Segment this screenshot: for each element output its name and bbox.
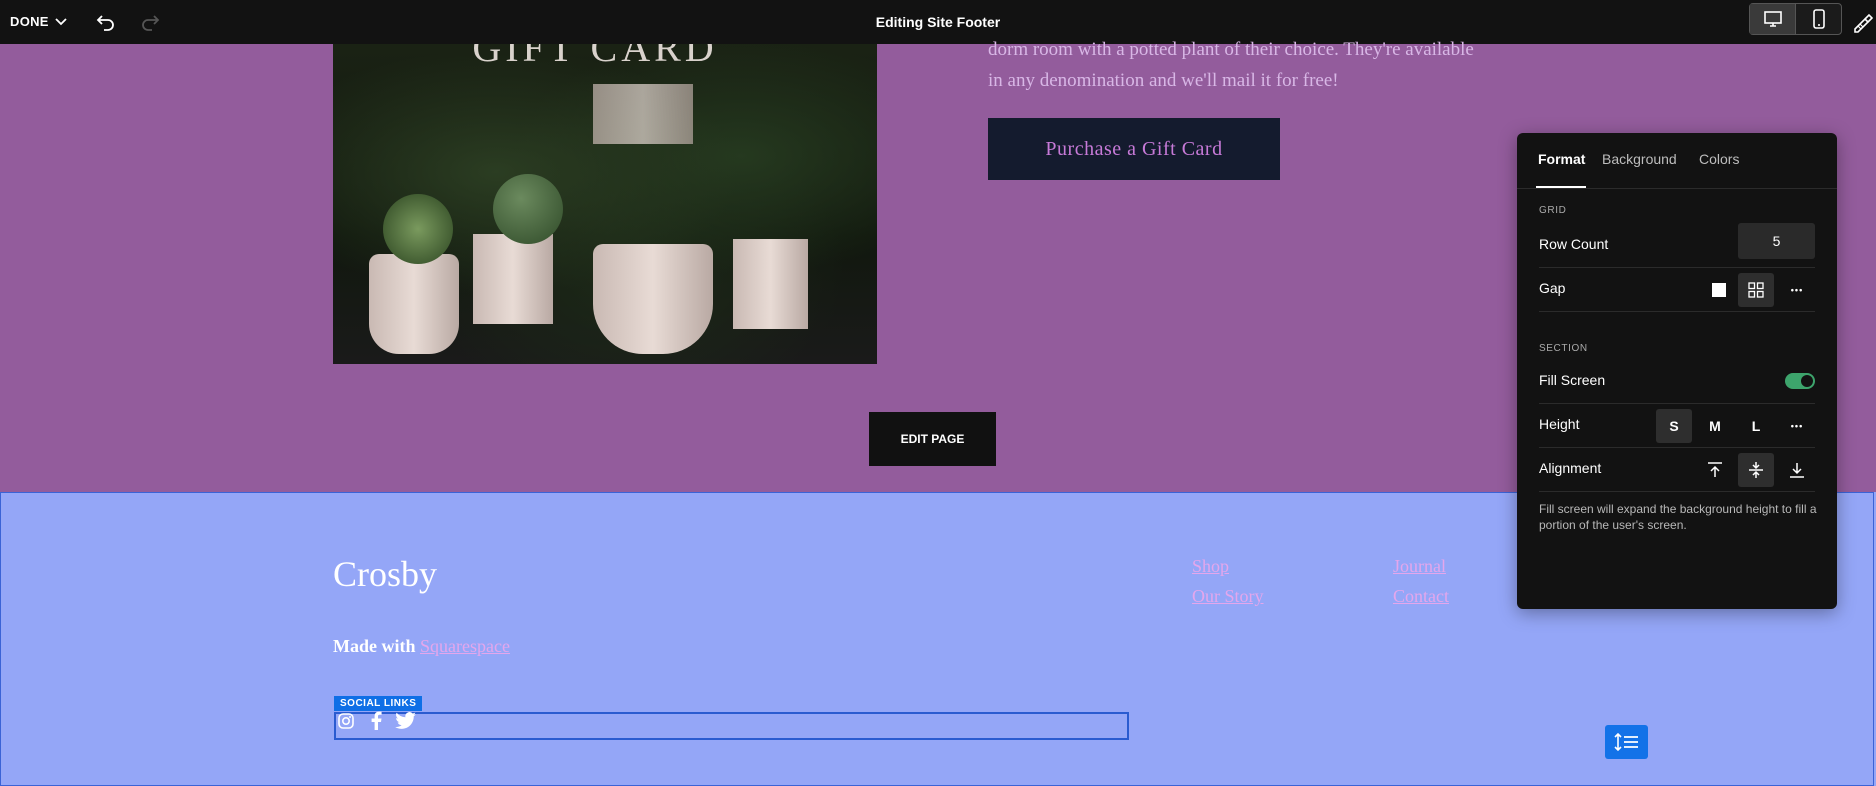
gift-card-image-text: GIFT CARD: [472, 44, 718, 70]
align-middle-icon: [1749, 462, 1763, 478]
height-m-button[interactable]: M: [1697, 409, 1733, 443]
height-label: Height: [1539, 416, 1580, 432]
instagram-icon[interactable]: [335, 710, 357, 732]
facebook-icon[interactable]: [365, 710, 387, 732]
squarespace-link[interactable]: Squarespace: [420, 636, 510, 656]
footer-link-our-story[interactable]: Our Story: [1192, 586, 1264, 607]
made-with-label: Made with: [333, 636, 416, 656]
align-bottom-button[interactable]: [1779, 453, 1815, 487]
active-tab-indicator: [1536, 186, 1586, 188]
gap-row: Gap •••: [1539, 267, 1815, 312]
tab-background[interactable]: Background: [1602, 151, 1677, 167]
social-icons: [335, 710, 417, 732]
device-switcher: [1749, 3, 1842, 35]
grid-icon: [1748, 282, 1764, 298]
height-row: Height S M L •••: [1539, 403, 1815, 448]
gift-card-image: GIFT CARD: [333, 44, 877, 364]
footer-link-shop[interactable]: Shop: [1192, 556, 1229, 577]
paint-brush-icon[interactable]: [1850, 10, 1874, 34]
footer-link-journal[interactable]: Journal: [1393, 556, 1446, 577]
align-top-button[interactable]: [1697, 453, 1733, 487]
social-links-label: SOCIAL LINKS: [334, 696, 423, 711]
height-l-button[interactable]: L: [1738, 409, 1774, 443]
row-count-row: Row Count 5: [1539, 223, 1815, 268]
panel-tabs: Format Background Colors: [1517, 133, 1837, 189]
twitter-icon[interactable]: [395, 710, 417, 732]
grid-section-label: GRID: [1539, 205, 1567, 216]
fill-screen-row: Fill Screen: [1539, 359, 1815, 404]
made-with-text: Made with Squarespace: [333, 636, 510, 657]
tab-format[interactable]: Format: [1538, 151, 1585, 167]
spacing-list-icon: [1613, 732, 1638, 752]
tab-colors[interactable]: Colors: [1699, 151, 1739, 167]
section-label: SECTION: [1539, 343, 1588, 354]
align-middle-button[interactable]: [1738, 453, 1774, 487]
description-line: in any denomination and we'll mail it fo…: [988, 70, 1339, 91]
gap-more-button[interactable]: •••: [1779, 273, 1815, 307]
section-format-panel: Format Background Colors GRID Row Count …: [1517, 133, 1837, 609]
gift-card-description: dorm room with a potted plant of their c…: [988, 34, 1488, 96]
edit-page-button[interactable]: EDIT PAGE: [869, 412, 996, 466]
fill-screen-label: Fill Screen: [1539, 372, 1606, 388]
gap-none-button[interactable]: [1701, 273, 1737, 307]
square-icon: [1712, 283, 1726, 297]
description-line: dorm room with a potted plant of their c…: [988, 39, 1474, 60]
desktop-view-button[interactable]: [1750, 4, 1795, 34]
gap-grid-button[interactable]: [1738, 273, 1774, 307]
footer-link-contact[interactable]: Contact: [1393, 586, 1449, 607]
fill-screen-help-text: Fill screen will expand the background h…: [1539, 502, 1817, 532]
align-bottom-icon: [1790, 463, 1804, 478]
row-count-label: Row Count: [1539, 236, 1609, 252]
gap-label: Gap: [1539, 280, 1566, 296]
align-top-icon: [1708, 462, 1722, 477]
mobile-view-button[interactable]: [1795, 4, 1841, 34]
mobile-icon: [1812, 9, 1825, 29]
site-logo[interactable]: Crosby: [333, 553, 437, 595]
height-more-button[interactable]: •••: [1779, 409, 1815, 443]
desktop-icon: [1763, 11, 1782, 27]
height-s-button[interactable]: S: [1656, 409, 1692, 443]
editor-top-bar: DONE Editing Site Footer: [0, 0, 1876, 44]
purchase-gift-card-button[interactable]: Purchase a Gift Card: [988, 118, 1280, 180]
alignment-row: Alignment: [1539, 447, 1815, 492]
row-count-input[interactable]: 5: [1738, 223, 1815, 259]
editor-title: Editing Site Footer: [875, 14, 1001, 30]
fill-screen-toggle[interactable]: [1785, 373, 1815, 389]
social-links-block[interactable]: [334, 712, 1129, 740]
alignment-label: Alignment: [1539, 460, 1602, 476]
section-spacing-button[interactable]: [1605, 725, 1648, 759]
